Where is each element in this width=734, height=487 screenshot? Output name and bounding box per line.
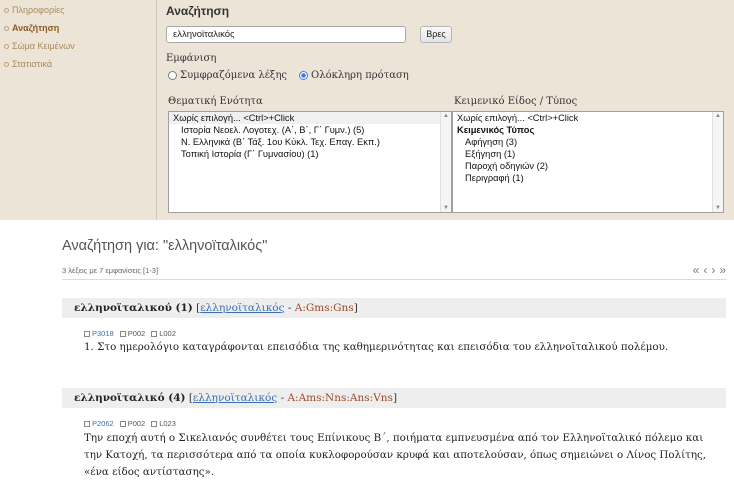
sidebar-item-label: Σώμα Κειμένων [12, 41, 75, 51]
sidebar-item-label: Στατιστικά [12, 59, 53, 69]
sidebar-item-info[interactable]: Πληροφορίες [4, 5, 64, 15]
hit-word: ελληνοϊταλικού (1) [74, 302, 193, 314]
line-icon [151, 420, 158, 427]
scroll-down-icon[interactable]: ▼ [443, 205, 449, 211]
list-group-header: Κειμενικός Τύπος [457, 125, 535, 135]
sidebar-item-search[interactable]: Αναζήτηση [4, 23, 59, 33]
ref-label: P2062 [92, 419, 114, 428]
page-icon [84, 420, 90, 427]
hit-text: 1. Στο ημερολόγιο καταγράφονται επεισόδι… [84, 341, 669, 353]
scrollbar[interactable]: ▲ ▼ [440, 112, 451, 212]
pager: « ‹ › » [693, 263, 726, 277]
ref-label: P3018 [92, 329, 114, 338]
bullet-icon [4, 25, 9, 31]
list-item[interactable]: Χωρίς επιλογή... <Ctrl>+Click [453, 112, 723, 124]
line-icon [151, 330, 158, 337]
scrollbar[interactable]: ▲ ▼ [712, 112, 723, 212]
sidebar-item-label: Πληροφορίες [12, 5, 65, 15]
bullet-icon [4, 7, 9, 13]
results-title: Αναζήτηση για: "ελληνοϊταλικός" [62, 238, 268, 254]
genre-label: Κειμενικό Είδος / Τύπος [454, 96, 578, 107]
ref-link[interactable]: P3018 [84, 329, 114, 338]
list-item[interactable]: Αφήγηση (3) [453, 136, 723, 148]
radio-context[interactable] [168, 71, 177, 80]
search-button[interactable]: Βρες [420, 26, 452, 43]
list-item[interactable]: Χωρίς επιλογή... <Ctrl>+Click [169, 112, 451, 124]
lemma-link[interactable]: ελληνοϊταλικός [200, 302, 284, 314]
display-label: Εμφάνιση [166, 53, 217, 64]
list-item[interactable]: Ν. Ελληνικά (Β΄ Τάξ. 1ου Κύκλ. Τεχ. Επαγ… [169, 136, 451, 148]
results-count: 3 λέξεις με 7 εμφανίσεις [1-3] [62, 266, 159, 275]
ref-label: P002 [127, 329, 146, 338]
sidebar-item-label: Αναζήτηση [12, 23, 60, 33]
search-input[interactable]: ελληνοϊταλικός [166, 26, 406, 43]
bullet-icon [4, 43, 9, 49]
search-form: Αναζήτηση ελληνοϊταλικός Βρες Εμφάνιση Σ… [160, 0, 734, 220]
bullet-icon [4, 61, 9, 67]
scroll-up-icon[interactable]: ▲ [443, 113, 449, 119]
sidebar-item-corpus[interactable]: Σώμα Κειμένων [4, 41, 75, 51]
genre-listbox[interactable]: Χωρίς επιλογή... <Ctrl>+Click Κειμενικός… [452, 111, 724, 213]
hit-header: ελληνοϊταλικού (1) [ελληνοϊταλικός - A:G… [62, 298, 726, 318]
ref-item: P002 [119, 329, 146, 338]
separator: - [277, 392, 288, 404]
last-page-icon[interactable]: » [719, 263, 726, 277]
sidebar-item-statistics[interactable]: Στατιστικά [4, 59, 52, 69]
ref-label: L002 [159, 329, 176, 338]
hit-text: Την εποχή αυτή ο Σικελιανός συνθέτει του… [84, 432, 707, 478]
prev-page-icon[interactable]: ‹ [703, 263, 707, 277]
page-icon [84, 330, 90, 337]
hit-refs: P3018 P002 L002 [84, 329, 176, 338]
display-options: Συμφραζόμενα λέξης Ολόκληρη πρόταση [168, 70, 409, 81]
list-item[interactable]: Περιγραφή (1) [453, 172, 723, 184]
search-panel: Πληροφορίες Αναζήτηση Σώμα Κειμένων Στατ… [0, 0, 734, 220]
ref-link[interactable]: P2062 [84, 419, 114, 428]
ref-label: L023 [159, 419, 176, 428]
ref-label: P002 [127, 419, 146, 428]
morph-tag: A:Gms:Gns [294, 302, 354, 314]
paragraph-icon [119, 420, 126, 427]
radio-sentence[interactable] [299, 71, 309, 80]
lemma-link[interactable]: ελληνοϊταλικός [193, 392, 277, 404]
list-item[interactable]: Τοπική Ιστορία (Γ΄ Γυμνασίου) (1) [169, 148, 451, 160]
ref-item: P002 [119, 419, 146, 428]
list-item[interactable]: Εξήγηση (1) [453, 148, 723, 160]
list-item[interactable]: Παροχή οδηγιών (2) [453, 160, 723, 172]
divider [62, 279, 726, 280]
thematic-listbox[interactable]: Χωρίς επιλογή... <Ctrl>+Click Ιστορία Νε… [168, 111, 452, 213]
scroll-up-icon[interactable]: ▲ [715, 113, 721, 119]
list-item[interactable]: Ιστορία Νεοελ. Λογοτεχ. (Α΄, Β΄, Γ΄ Γυμν… [169, 124, 451, 136]
hit-header: ελληνοϊταλικό (4) [ελληνοϊταλικός - A:Am… [62, 388, 726, 408]
next-page-icon[interactable]: › [711, 263, 715, 277]
ref-item: L023 [151, 419, 176, 428]
hit-refs: P2062 P002 L023 [84, 419, 176, 428]
section-title: Αναζήτηση [166, 4, 230, 18]
scroll-down-icon[interactable]: ▼ [715, 205, 721, 211]
separator: - [284, 302, 295, 314]
thematic-label: Θεματική Ενότητα [168, 96, 263, 107]
first-page-icon[interactable]: « [693, 263, 700, 277]
hit-word: ελληνοϊταλικό (4) [74, 392, 186, 404]
ref-item: L002 [151, 329, 176, 338]
morph-tag: A:Ams:Nns:Ans:Vns [287, 392, 393, 404]
sidebar: Πληροφορίες Αναζήτηση Σώμα Κειμένων Στατ… [0, 0, 157, 220]
radio-sentence-label: Ολόκληρη πρόταση [311, 70, 409, 81]
radio-context-label: Συμφραζόμενα λέξης [180, 70, 288, 81]
results-panel: Αναζήτηση για: "ελληνοϊταλικός" 3 λέξεις… [0, 220, 734, 487]
paragraph-icon [119, 330, 126, 337]
